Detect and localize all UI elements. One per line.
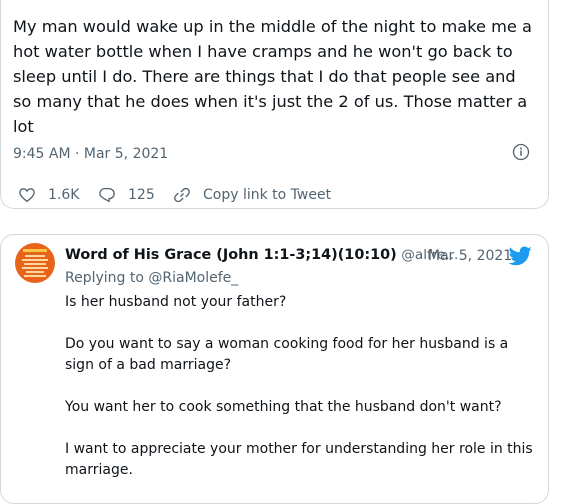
reply-paragraph: Is her husband not your father? (65, 294, 287, 310)
avatar[interactable] (15, 243, 55, 283)
heart-icon (19, 188, 35, 203)
reply-header: Word of His Grace (John 1:1-3;14)(10:10)… (65, 247, 535, 267)
reply-paragraph: Do you want to say a woman cooking food … (65, 336, 509, 373)
tweet-timestamp[interactable]: 9:45 AM · Mar 5, 2021 (13, 146, 168, 162)
reply-button[interactable]: 125 (98, 186, 155, 204)
replying-to-prefix: Replying to (65, 270, 149, 286)
avatar-image (15, 243, 55, 283)
copy-link-button[interactable]: Copy link to Tweet (173, 186, 331, 204)
reply-date[interactable]: · Mar 5, 2021 (419, 248, 512, 264)
like-count: 1.6K (48, 187, 80, 203)
replying-to-mention[interactable]: @RiaMolefe_ (148, 270, 238, 286)
reply-tweet-text: Is her husband not your father? Do you w… (65, 292, 535, 502)
reply-icon (99, 187, 115, 203)
replying-to: Replying to @RiaMolefe_ (65, 270, 238, 286)
main-tweet-text: My man would wake up in the middle of th… (13, 17, 532, 136)
link-icon (174, 187, 190, 203)
like-button[interactable]: 1.6K (18, 186, 79, 204)
reply-paragraph: I want to appreciate your mother for und… (65, 441, 533, 478)
copy-link-label: Copy link to Tweet (203, 187, 332, 203)
reply-count: 125 (128, 187, 155, 203)
reply-paragraph: You want her to cook something that the … (65, 399, 502, 415)
twitter-bird-icon[interactable] (509, 246, 532, 266)
display-name[interactable]: Word of His Grace (John 1:1-3;14)(10:10) (65, 247, 397, 263)
info-icon[interactable] (512, 143, 530, 161)
